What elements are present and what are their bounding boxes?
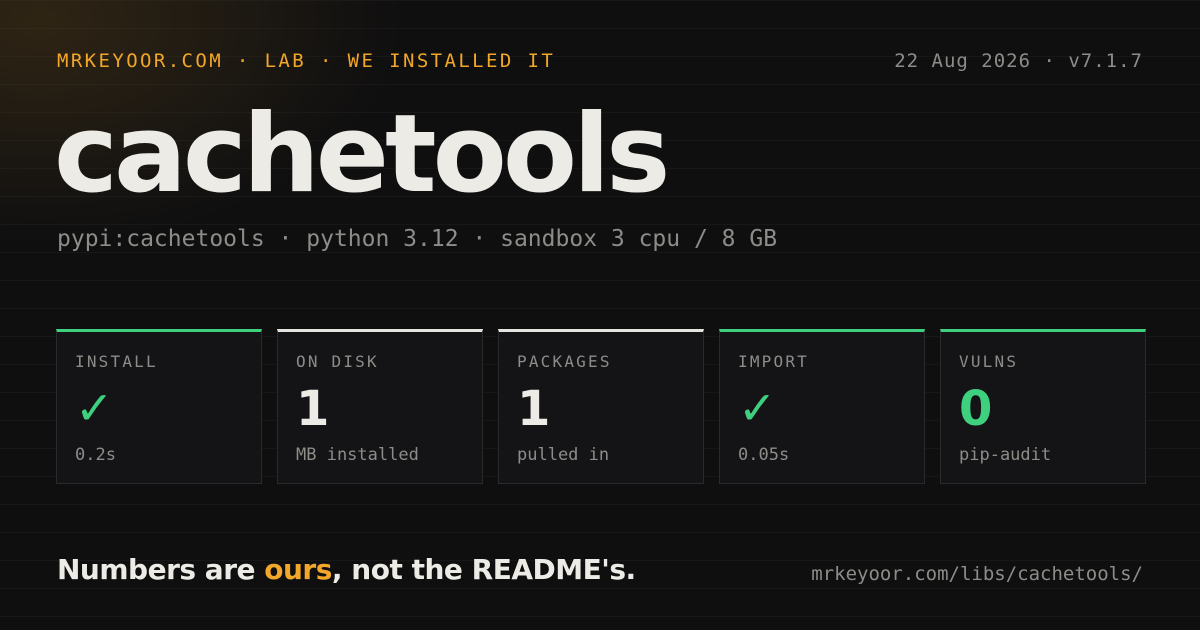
stat-sub: MB installed <box>296 445 419 465</box>
date-version: 22 Aug 2026 · v7.1.7 <box>894 50 1143 72</box>
stat-card-packages: PACKAGES 1 pulled in <box>498 329 704 484</box>
tagline: Numbers are ours, not the README's. <box>57 553 636 586</box>
check-icon: ✓ <box>738 381 777 435</box>
site-kicker: MRKEYOOR.COM · LAB · WE INSTALLED IT <box>57 50 556 72</box>
stat-value: 1 <box>296 381 330 437</box>
tagline-highlight: ours <box>264 553 332 586</box>
stat-card-vulns: VULNS 0 pip-audit <box>940 329 1146 484</box>
package-details: pypi:cachetools · python 3.12 · sandbox … <box>57 226 778 252</box>
stat-label: IMPORT <box>738 352 809 371</box>
stat-sub: pulled in <box>517 445 610 465</box>
stat-card-on-disk: ON DISK 1 MB installed <box>277 329 483 484</box>
stat-sub: pip-audit <box>959 445 1052 465</box>
stat-label: PACKAGES <box>517 352 612 371</box>
tagline-pre: Numbers are <box>57 553 265 586</box>
stat-label: VULNS <box>959 352 1019 371</box>
stat-label: INSTALL <box>75 352 158 371</box>
check-icon: ✓ <box>75 381 114 435</box>
stat-sub: 0.05s <box>738 445 790 465</box>
stats-row: INSTALL ✓ 0.2s ON DISK 1 MB installed PA… <box>56 329 1146 484</box>
stat-label: ON DISK <box>296 352 379 371</box>
tagline-post: , not the README's. <box>331 553 636 586</box>
stat-card-import: IMPORT ✓ 0.05s <box>719 329 925 484</box>
package-title: cachetools <box>54 92 670 217</box>
stat-card-install: INSTALL ✓ 0.2s <box>56 329 262 484</box>
stat-value: 1 <box>517 381 551 437</box>
stat-sub: 0.2s <box>75 445 116 465</box>
page-url-link[interactable]: mrkeyoor.com/libs/cachetools/ <box>811 563 1143 585</box>
stat-value: 0 <box>959 381 993 437</box>
